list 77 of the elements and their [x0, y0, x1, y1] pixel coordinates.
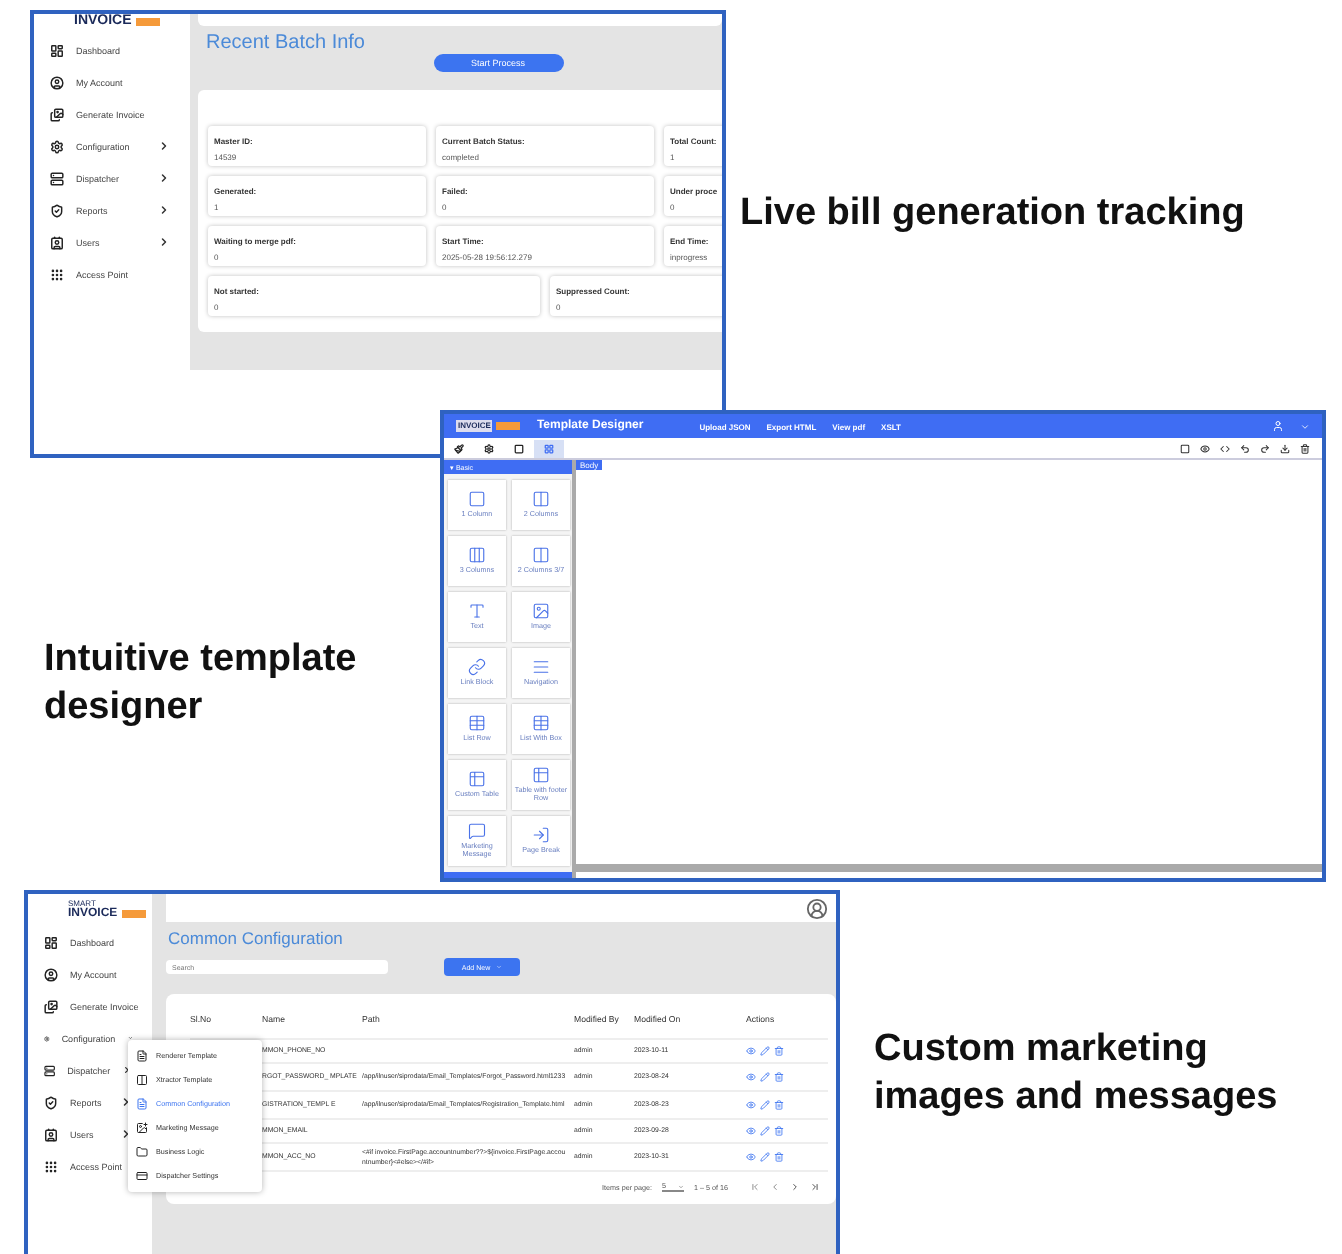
message-icon	[468, 822, 486, 841]
document-icon	[136, 1050, 148, 1062]
logo-badge	[496, 422, 521, 430]
shield-icon	[50, 203, 64, 217]
edit-icon[interactable]	[760, 1126, 770, 1136]
image-icon	[532, 602, 550, 621]
table-icon	[532, 714, 550, 733]
settings-icon	[484, 443, 494, 453]
card-icon	[136, 1170, 148, 1182]
delete-icon[interactable]	[774, 1100, 784, 1110]
grid-dots-icon	[44, 1159, 58, 1173]
server-icon	[44, 1063, 56, 1077]
columns-icon	[136, 1074, 148, 1086]
folder-icon	[136, 1146, 148, 1158]
images-icon	[50, 107, 64, 121]
last-page-icon[interactable]	[810, 1182, 820, 1192]
user-icon	[44, 967, 58, 981]
logo-badge	[135, 17, 160, 25]
user-icon	[50, 75, 64, 89]
delete-icon[interactable]	[774, 1126, 784, 1136]
caption: Custom marketing images and messages	[874, 1026, 1280, 1121]
square-icon[interactable]	[1180, 443, 1190, 453]
page-title: Recent Batch Info	[206, 32, 367, 54]
view-icon[interactable]	[746, 1152, 756, 1162]
contact-card-icon	[44, 1127, 58, 1141]
lines-icon	[532, 658, 550, 677]
table-icon	[468, 770, 486, 789]
eye-icon[interactable]	[1200, 443, 1210, 453]
grid-icon	[544, 443, 554, 453]
delete-icon[interactable]	[774, 1046, 784, 1056]
server-icon	[50, 171, 64, 185]
square-icon	[514, 443, 524, 453]
images-icon	[44, 999, 58, 1013]
contact-card-icon	[50, 235, 64, 249]
shield-icon	[44, 1095, 58, 1109]
arrow-in-icon	[532, 826, 550, 845]
page-title: Common Configuration	[168, 928, 345, 948]
undo-icon[interactable]	[1240, 443, 1250, 453]
two-columns-icon	[532, 546, 550, 565]
edit-icon[interactable]	[760, 1152, 770, 1162]
gear-icon	[44, 1031, 50, 1045]
view-icon[interactable]	[746, 1100, 756, 1110]
image-icon	[136, 1122, 148, 1134]
user-icon[interactable]	[1272, 420, 1284, 432]
view-icon[interactable]	[746, 1072, 756, 1082]
table-icon	[468, 714, 486, 733]
gear-icon	[50, 139, 64, 153]
square-icon	[468, 490, 486, 509]
edit-icon[interactable]	[760, 1100, 770, 1110]
table-icon	[532, 766, 550, 785]
delete-icon[interactable]	[774, 1152, 784, 1162]
two-columns-icon	[532, 490, 550, 509]
link-icon	[468, 658, 486, 677]
edit-icon[interactable]	[760, 1072, 770, 1082]
previous-page-icon[interactable]	[770, 1182, 780, 1192]
caption: Live bill generation tracking	[740, 190, 1247, 238]
redo-icon[interactable]	[1260, 443, 1270, 453]
scrollbar[interactable]	[576, 864, 1322, 872]
dashboard-icon	[50, 43, 64, 57]
dashboard-icon	[44, 935, 58, 949]
delete-icon[interactable]	[774, 1072, 784, 1082]
document-icon	[136, 1098, 148, 1110]
download-icon[interactable]	[1280, 443, 1290, 453]
text-icon	[468, 602, 486, 621]
trash-icon[interactable]	[1300, 443, 1310, 453]
next-page-icon[interactable]	[790, 1182, 800, 1192]
code-icon[interactable]	[1220, 443, 1230, 453]
logo-badge	[121, 910, 146, 918]
caret-icon[interactable]	[1300, 421, 1310, 431]
brush-icon	[454, 443, 464, 453]
grid-dots-icon	[50, 267, 64, 281]
view-icon[interactable]	[746, 1126, 756, 1136]
avatar-icon[interactable]	[806, 897, 828, 919]
three-columns-icon	[468, 546, 486, 565]
edit-icon[interactable]	[760, 1046, 770, 1056]
view-icon[interactable]	[746, 1046, 756, 1056]
caption: Intuitive template designer	[44, 636, 359, 731]
